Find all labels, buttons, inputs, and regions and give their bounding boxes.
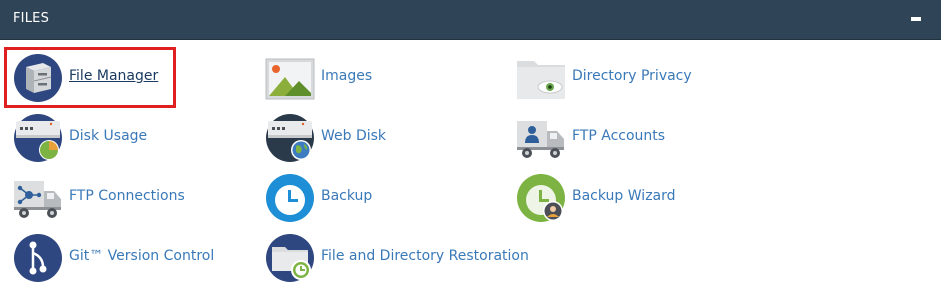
- backup-label: Backup: [321, 188, 373, 204]
- git-branch-icon: [14, 234, 62, 282]
- folder-clock-icon: [266, 234, 314, 282]
- backup-link[interactable]: Backup: [265, 173, 405, 223]
- git-version-control-label: Git™ Version Control: [69, 248, 215, 264]
- web-disk-link[interactable]: Web Disk: [265, 113, 405, 163]
- git-version-control-link[interactable]: Git™ Version Control: [13, 233, 215, 283]
- file-and-directory-restoration-label: File and Directory Restoration: [321, 248, 529, 264]
- directory-privacy-link[interactable]: Directory Privacy: [516, 53, 716, 103]
- disk-usage-link[interactable]: Disk Usage: [13, 113, 173, 163]
- ftp-accounts-link[interactable]: FTP Accounts: [516, 113, 716, 163]
- image-landscape-icon: [265, 58, 315, 100]
- file-manager-link[interactable]: File Manager: [13, 53, 173, 103]
- server-globe-icon: [266, 114, 314, 162]
- section-title: FILES: [13, 11, 50, 26]
- backup-wizard-icon: [517, 174, 565, 222]
- folder-eye-icon: [517, 61, 565, 99]
- web-disk-label: Web Disk: [321, 128, 387, 144]
- files-panel-header[interactable]: FILES: [0, 0, 941, 40]
- images-label: Images: [321, 68, 373, 84]
- file-cabinet-icon: [14, 54, 62, 102]
- server-pie-chart-icon: [14, 114, 62, 162]
- images-link[interactable]: Images: [265, 53, 405, 103]
- file-and-directory-restoration-link[interactable]: File and Directory Restoration: [265, 233, 529, 283]
- ftp-connections-link[interactable]: FTP Connections: [13, 173, 193, 223]
- backup-wizard-link[interactable]: Backup Wizard: [516, 173, 716, 223]
- backup-clock-icon: [266, 174, 314, 222]
- ftp-connections-label: FTP Connections: [69, 188, 185, 204]
- truck-user-icon: [517, 121, 564, 158]
- backup-wizard-label: Backup Wizard: [572, 188, 676, 204]
- truck-network-icon: [14, 181, 61, 218]
- directory-privacy-label: Directory Privacy: [572, 68, 692, 84]
- minus-icon[interactable]: [911, 17, 921, 21]
- disk-usage-label: Disk Usage: [69, 128, 148, 144]
- ftp-accounts-label: FTP Accounts: [572, 128, 666, 144]
- files-panel: FILES File Manager Images Directory Priv…: [0, 0, 941, 289]
- file-manager-label: File Manager: [69, 68, 159, 84]
